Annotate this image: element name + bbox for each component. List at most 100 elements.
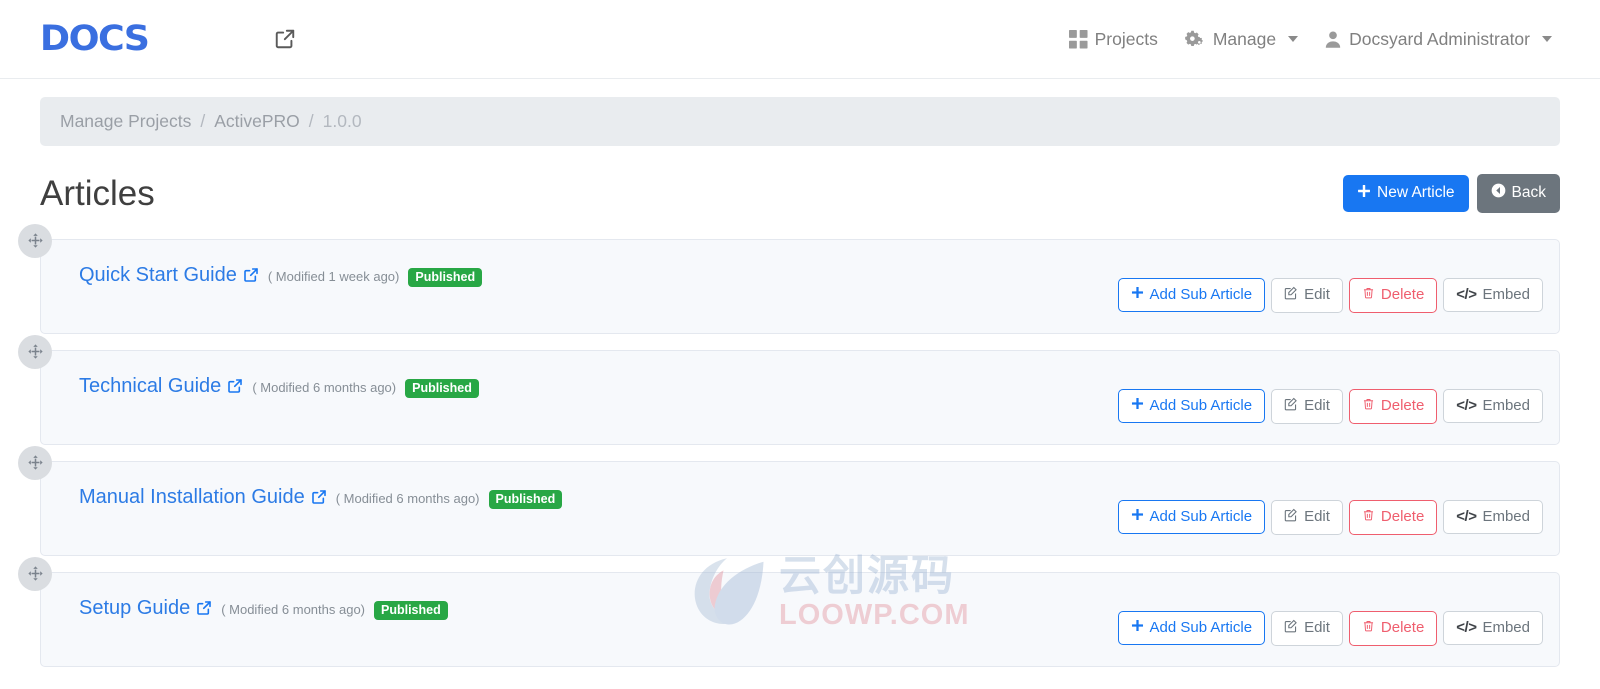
embed-button[interactable]: </> Embed (1443, 278, 1543, 313)
external-link-icon[interactable] (227, 378, 243, 394)
edit-button[interactable]: Edit (1271, 610, 1343, 646)
article-title-link[interactable]: Quick Start Guide (79, 263, 237, 287)
add-sub-article-button[interactable]: Add Sub Article (1117, 611, 1266, 646)
arrows-move-icon[interactable] (18, 556, 52, 591)
embed-label: Embed (1482, 286, 1530, 304)
modified-text: ( Modified 6 months ago) (335, 490, 480, 506)
breadcrumb-separator: / (200, 111, 206, 131)
delete-label: Delete (1380, 286, 1425, 304)
arrows-move-icon[interactable] (18, 445, 52, 480)
nav-item-user-menu[interactable]: Docsyard Administrator (1324, 29, 1552, 50)
edit-button[interactable]: Edit (1271, 388, 1343, 424)
edit-label: Edit (1304, 286, 1330, 304)
external-link-icon[interactable] (196, 600, 212, 616)
embed-label: Embed (1482, 508, 1530, 526)
new-article-button[interactable]: New Article (1343, 174, 1469, 213)
delete-button[interactable]: Delete (1348, 388, 1438, 424)
nav-item-manage[interactable]: Manage (1184, 28, 1299, 50)
edit-label: Edit (1304, 397, 1330, 415)
row-action-buttons: Add Sub Article Edit Delete </> Embed (1117, 373, 1543, 424)
nav-label-user: Docsyard Administrator (1349, 28, 1530, 49)
code-icon: </> (1456, 619, 1477, 637)
plus-icon (1131, 508, 1144, 526)
new-article-label: New Article (1377, 184, 1455, 201)
pencil-square-icon (1284, 508, 1298, 527)
delete-label: Delete (1380, 619, 1425, 637)
breadcrumb-item-activepro[interactable]: ActivePRO (214, 111, 300, 132)
plus-icon (1131, 619, 1144, 637)
pencil-square-icon (1284, 619, 1298, 638)
nav-label-projects: Projects (1094, 28, 1158, 49)
status-badge: Published (408, 267, 483, 288)
trash-icon (1362, 397, 1375, 416)
embed-label: Embed (1482, 619, 1530, 637)
edit-label: Edit (1304, 619, 1330, 637)
arrow-circle-left-icon (1491, 183, 1506, 204)
article-title-link[interactable]: Setup Guide (79, 596, 190, 620)
plus-icon (1357, 184, 1371, 204)
grid-icon (1068, 29, 1088, 49)
edit-label: Edit (1304, 508, 1330, 526)
trash-icon (1362, 286, 1375, 305)
row-action-buttons: Add Sub Article Edit Delete </> Embed (1117, 595, 1543, 646)
nav-item-projects[interactable]: Projects (1068, 28, 1158, 50)
add-sub-article-label: Add Sub Article (1149, 508, 1253, 526)
page-header-row: Articles New Article Back (0, 146, 1600, 215)
article-info: Setup Guide ( Modified 6 months ago) Pub… (79, 595, 448, 621)
table-row: Quick Start Guide ( Modified 1 week ago)… (18, 223, 1560, 334)
add-sub-article-button[interactable]: Add Sub Article (1117, 389, 1266, 424)
external-link-icon[interactable] (311, 489, 327, 505)
code-icon: </> (1456, 397, 1477, 415)
article-title-link[interactable]: Technical Guide (79, 374, 221, 398)
pencil-square-icon (1284, 397, 1298, 416)
delete-button[interactable]: Delete (1348, 610, 1438, 646)
articles-list: 云创源码 LOOWP.COM Quick Start Guide ( Modif… (0, 215, 1600, 667)
plus-icon (1131, 286, 1144, 304)
external-link-icon[interactable] (274, 28, 296, 50)
status-badge: Published (405, 378, 479, 399)
external-link-icon[interactable] (243, 267, 259, 283)
article-title-link[interactable]: Manual Installation Guide (79, 485, 305, 509)
breadcrumb-item-manage-projects[interactable]: Manage Projects (60, 111, 191, 132)
article-info: Quick Start Guide ( Modified 1 week ago)… (79, 262, 483, 288)
add-sub-article-button[interactable]: Add Sub Article (1117, 278, 1266, 313)
back-label: Back (1511, 184, 1546, 201)
add-sub-article-label: Add Sub Article (1149, 619, 1253, 637)
embed-button[interactable]: </> Embed (1443, 611, 1543, 646)
add-sub-article-label: Add Sub Article (1149, 397, 1253, 415)
delete-label: Delete (1380, 508, 1425, 526)
row-action-buttons: Add Sub Article Edit Delete </> Embed (1117, 484, 1543, 535)
arrows-move-icon[interactable] (18, 334, 52, 369)
user-icon (1324, 30, 1342, 49)
add-sub-article-button[interactable]: Add Sub Article (1117, 500, 1266, 535)
embed-label: Embed (1482, 397, 1530, 415)
gears-icon (1184, 29, 1206, 49)
back-button[interactable]: Back (1476, 174, 1560, 213)
embed-button[interactable]: </> Embed (1443, 389, 1543, 424)
chevron-down-icon (1542, 36, 1552, 42)
delete-button[interactable]: Delete (1348, 499, 1438, 535)
delete-button[interactable]: Delete (1348, 277, 1438, 313)
trash-icon (1362, 619, 1375, 638)
plus-icon (1131, 397, 1144, 415)
article-info: Technical Guide ( Modified 6 months ago)… (79, 373, 479, 399)
page-action-buttons: New Article Back (1343, 174, 1560, 215)
trash-icon (1362, 508, 1375, 527)
code-icon: </> (1456, 286, 1477, 304)
breadcrumb: Manage Projects / ActivePRO / 1.0.0 (40, 97, 1560, 146)
embed-button[interactable]: </> Embed (1443, 500, 1543, 535)
edit-button[interactable]: Edit (1271, 277, 1343, 313)
modified-text: ( Modified 6 months ago) (252, 379, 397, 395)
edit-button[interactable]: Edit (1271, 499, 1343, 535)
brand-logo-text: DOCS (39, 18, 150, 59)
breadcrumb-wrapper: Manage Projects / ActivePRO / 1.0.0 (0, 79, 1600, 146)
table-row: Setup Guide ( Modified 6 months ago) Pub… (18, 556, 1560, 667)
arrows-move-icon[interactable] (18, 223, 52, 258)
top-navbar: DOCS Projects Manage Docsyard Administra… (0, 0, 1600, 79)
brand-logo-link[interactable]: DOCS (39, 18, 150, 59)
nav-right-group: Projects Manage Docsyard Administrator (1068, 28, 1552, 50)
modified-text: ( Modified 6 months ago) (221, 601, 365, 617)
pencil-square-icon (1284, 286, 1298, 305)
page-title: Articles (40, 174, 155, 214)
nav-label-manage: Manage (1212, 28, 1277, 49)
